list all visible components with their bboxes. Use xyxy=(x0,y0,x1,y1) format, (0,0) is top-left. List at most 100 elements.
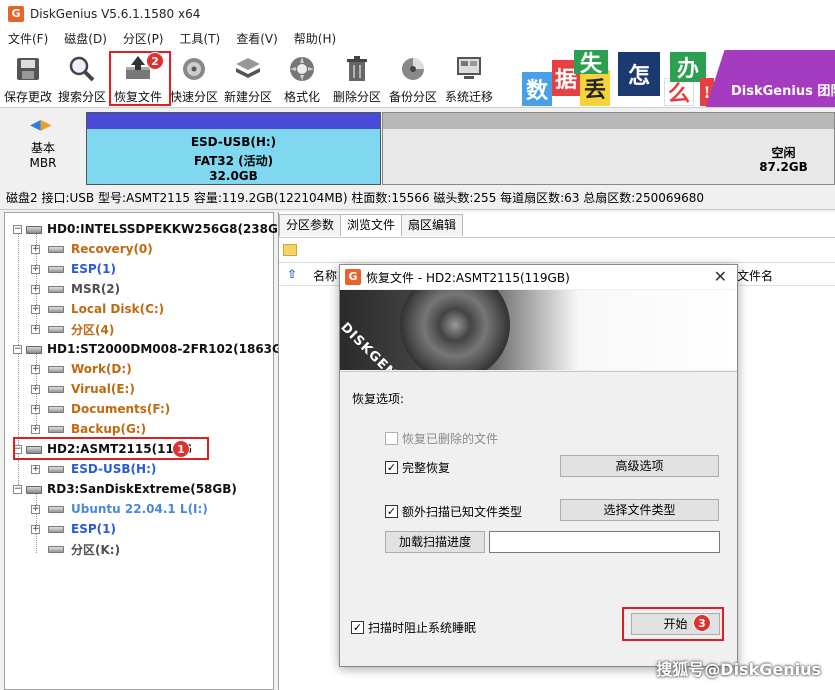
recover-deleted-checkbox[interactable]: 恢复已删除的文件 xyxy=(385,430,498,447)
tree-partition[interactable]: 分区(K:) xyxy=(31,539,120,559)
tab-browse-files[interactable]: 浏览文件 xyxy=(340,214,403,236)
partition-icon xyxy=(44,324,66,334)
menu-help[interactable]: 帮助(H) xyxy=(286,28,344,50)
expand-icon[interactable]: + xyxy=(31,524,40,534)
partition-icon xyxy=(44,284,66,294)
partition-name: ESD-USB(H:) xyxy=(190,135,277,149)
window-title: DiskGenius V5.6.1.1580 x64 xyxy=(30,7,201,21)
quick-partition-icon xyxy=(178,54,210,84)
expand-icon[interactable]: + xyxy=(31,424,40,434)
tree-partition[interactable]: + Work(D:) xyxy=(31,359,132,379)
banner-char-1: 数 xyxy=(522,72,552,106)
tree-partition[interactable]: + Backup(G:) xyxy=(31,419,146,439)
scan-progress-path-input[interactable] xyxy=(489,531,720,553)
system-migration-button[interactable]: 系统迁移 xyxy=(442,52,496,106)
tree-disk-hd1[interactable]: − HD1:ST2000DM008-2FR102(1863GB) xyxy=(13,339,297,359)
step-badge-2: 2 xyxy=(146,52,164,70)
system-migration-icon xyxy=(453,54,485,84)
backup-partition-icon xyxy=(397,54,429,84)
free-space-label: 空闲 xyxy=(771,146,796,160)
partition-icon xyxy=(44,304,66,314)
partition-size: 32.0GB xyxy=(209,169,258,183)
delete-partition-button[interactable]: 删除分区 xyxy=(330,52,384,106)
expand-icon[interactable]: + xyxy=(31,304,40,314)
free-space-size: 87.2GB xyxy=(759,160,808,174)
backup-partition-button[interactable]: 备份分区 xyxy=(386,52,440,106)
expand-icon[interactable]: + xyxy=(31,384,40,394)
new-partition-button[interactable]: 新建分区 xyxy=(222,52,274,106)
new-partition-icon xyxy=(232,54,264,84)
save-changes-button[interactable]: 保存更改 xyxy=(2,52,54,106)
partition-icon xyxy=(44,524,66,534)
tree-partition[interactable]: + Documents(F:) xyxy=(31,399,170,419)
load-scan-progress-button[interactable]: 加载扫描进度 xyxy=(385,531,485,553)
tab-sector-editor[interactable]: 扇区编辑 xyxy=(401,214,464,236)
save-icon xyxy=(12,54,44,84)
partition-block-free[interactable]: 空闲 87.2GB xyxy=(382,112,835,185)
menu-view[interactable]: 查看(V) xyxy=(228,28,286,50)
prevent-sleep-checkbox[interactable]: ✓ 扫描时阻止系统睡眠 xyxy=(351,619,476,636)
collapse-icon[interactable]: − xyxy=(13,224,22,234)
search-partition-button[interactable]: 搜索分区 xyxy=(56,52,108,106)
expand-icon[interactable]: + xyxy=(31,404,40,414)
tree-partition[interactable]: + ESP(1) xyxy=(31,259,116,279)
tree-partition[interactable]: + Ubuntu 22.04.1 L(I:) xyxy=(31,499,208,519)
menu-partition[interactable]: 分区(P) xyxy=(115,28,172,50)
disk-style-label: MBR xyxy=(29,156,57,170)
menu-bar: 文件(F) 磁盘(D) 分区(P) 工具(T) 查看(V) 帮助(H) xyxy=(0,28,835,50)
prev-disk-arrow-icon[interactable]: ◀ xyxy=(30,117,41,133)
tree-partition[interactable]: + MSR(2) xyxy=(31,279,120,299)
up-arrow-icon[interactable]: ⇧ xyxy=(287,267,297,281)
collapse-icon[interactable]: − xyxy=(13,344,22,354)
partition-icon xyxy=(44,364,66,374)
expand-icon[interactable]: + xyxy=(31,324,40,334)
menu-tools[interactable]: 工具(T) xyxy=(172,28,229,50)
checkmark-icon: ✓ xyxy=(385,505,398,518)
partition-block-esd-usb[interactable]: ESD-USB(H:) FAT32 (活动) 32.0GB xyxy=(86,112,381,185)
partition-icon xyxy=(44,384,66,394)
next-disk-arrow-icon[interactable]: ▶ xyxy=(41,117,52,133)
extra-scan-checkbox[interactable]: ✓ 额外扫描已知文件类型 xyxy=(385,503,522,520)
tree-partition[interactable]: + Recovery(0) xyxy=(31,239,153,259)
banner-char-4: 失 xyxy=(574,50,608,77)
banner-char-5: 怎 xyxy=(618,52,660,96)
partition-icon xyxy=(44,424,66,434)
close-icon[interactable]: ✕ xyxy=(714,267,727,286)
partition-fs: FAT32 (活动) xyxy=(193,154,274,168)
tab-partition-params[interactable]: 分区参数 xyxy=(279,214,342,236)
menu-disk[interactable]: 磁盘(D) xyxy=(56,28,115,50)
path-bar[interactable] xyxy=(279,237,835,263)
watermark: 搜狐号@DiskGenius xyxy=(656,660,821,679)
disk-type-label: 基本 xyxy=(30,141,55,155)
tree-disk-rd3[interactable]: − RD3:SanDiskExtreme(58GB) xyxy=(13,479,237,499)
partition-icon xyxy=(44,244,66,254)
folder-icon xyxy=(283,244,297,256)
step-badge-1: 1 xyxy=(172,440,190,458)
partition-icon xyxy=(44,264,66,274)
expand-icon[interactable]: + xyxy=(31,284,40,294)
tree-partition[interactable]: + ESP(1) xyxy=(31,519,116,539)
tree-partition[interactable]: + Virual(E:) xyxy=(31,379,135,399)
expand-icon[interactable]: + xyxy=(31,504,40,514)
quick-partition-button[interactable]: 快速分区 xyxy=(168,52,220,106)
complete-recovery-checkbox[interactable]: ✓ 完整恢复 xyxy=(385,459,450,476)
advanced-options-button[interactable]: 高级选项 xyxy=(560,455,719,477)
partition-icon xyxy=(44,404,66,414)
tree-partition[interactable]: + Local Disk(C:) xyxy=(31,299,164,319)
tree-partition[interactable]: + 分区(4) xyxy=(31,319,114,339)
select-file-types-button[interactable]: 选择文件类型 xyxy=(560,499,719,521)
menu-file[interactable]: 文件(F) xyxy=(0,28,56,50)
expand-icon[interactable]: + xyxy=(31,244,40,254)
tree-partition[interactable]: + ESD-USB(H:) xyxy=(31,459,156,479)
promo-banner[interactable]: 数 据 丢 失 怎 么 办 ! DiskGenius 团队 xyxy=(510,50,835,107)
collapse-icon[interactable]: − xyxy=(13,484,22,494)
column-name[interactable]: 名称 xyxy=(313,267,337,284)
checkmark-icon: ✓ xyxy=(385,461,398,474)
format-button[interactable]: 格式化 xyxy=(276,52,328,106)
expand-icon[interactable]: + xyxy=(31,364,40,374)
disk-info-bar: 磁盘2 接口:USB 型号:ASMT2115 容量:119.2GB(122104… xyxy=(0,186,835,210)
step-badge-3: 3 xyxy=(693,614,711,632)
tree-disk-hd0[interactable]: − HD0:INTELSSDPEKKW256G8(238GB) xyxy=(13,219,292,239)
expand-icon[interactable]: + xyxy=(31,264,40,274)
expand-icon[interactable]: + xyxy=(31,464,40,474)
